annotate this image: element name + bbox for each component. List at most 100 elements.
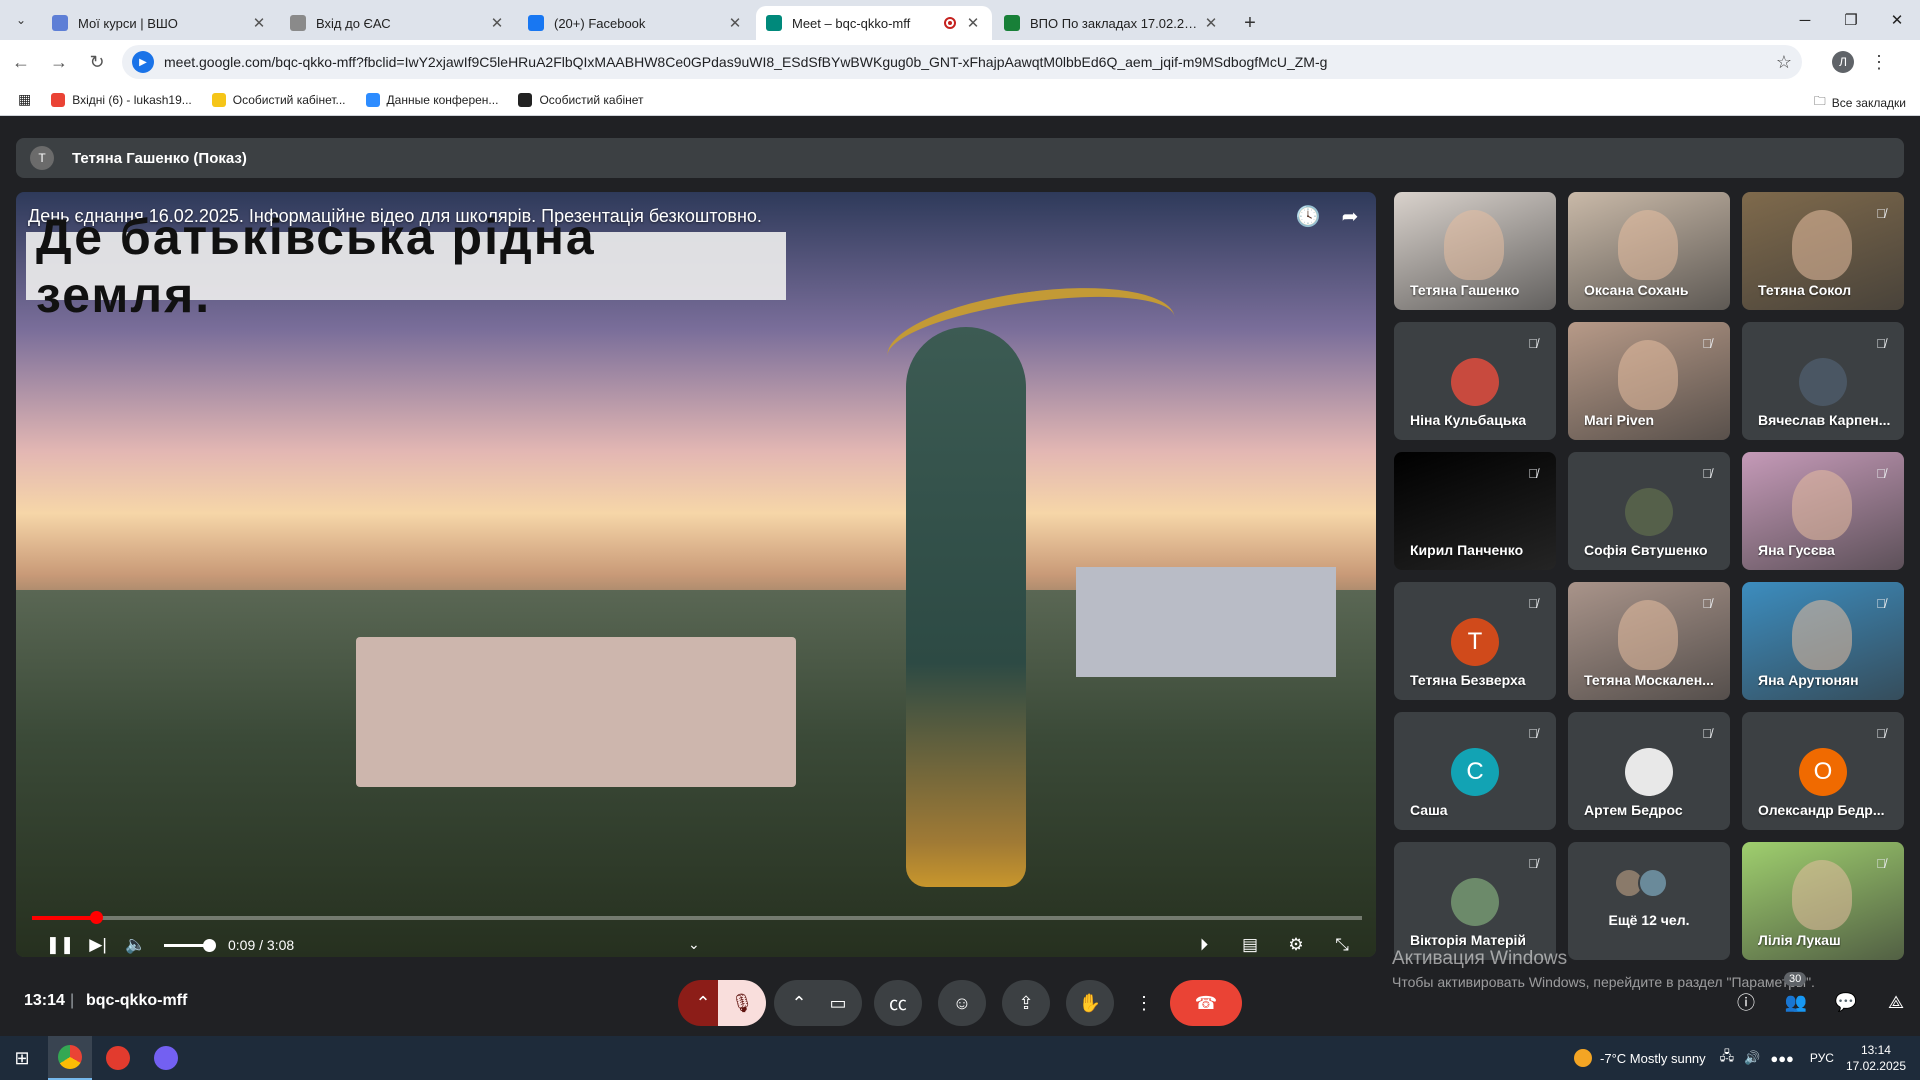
mic-off-icon[interactable]: 🎙 [718,980,766,1026]
captions-icon[interactable]: ㏄ [874,980,922,1026]
apps-grid-icon[interactable]: ▦ [18,91,31,108]
participant-tile[interactable]: Тетяна Сокол 🎙̸ [1742,192,1904,310]
meeting-info-icon[interactable]: ⓘ [1732,988,1760,1016]
participant-tile[interactable]: Т Тетяна Безверха 🎙̸ [1394,582,1556,700]
next-icon[interactable]: ▶| [82,932,114,957]
forward-button[interactable]: → [42,45,76,79]
bookmark-item[interactable]: Особистий кабінет [518,92,644,107]
participant-tile[interactable]: Яна Гусєва 🎙̸ [1742,452,1904,570]
speaker-icon[interactable]: 🔊 [1744,1050,1760,1066]
bookmark-label: Данные конферен... [386,92,499,107]
address-bar[interactable]: ▶ meet.google.com/bqc-qkko-mff?fbclid=Iw… [122,45,1802,79]
muted-mic-icon: 🎙̸ [1702,335,1712,351]
all-bookmarks[interactable]: 🗀 Все закладки [1814,92,1906,113]
present-screen-icon[interactable]: ⇪ [1002,980,1050,1026]
volume-slider[interactable] [164,938,216,952]
tab-title: ВПО По закладах 17.02.2025.xlsx [1030,15,1202,31]
participant-tile[interactable]: Оксана Сохань [1568,192,1730,310]
participant-tile[interactable]: С Саша 🎙̸ [1394,712,1556,830]
mini-avatar [1638,868,1668,898]
network-icon[interactable]: 🖧 [1720,1047,1735,1069]
close-tab-icon[interactable]: ✕ [1202,14,1220,32]
pause-icon[interactable]: ❚❚ [44,932,76,957]
tab-favicon-icon [528,15,544,31]
bookmark-star-icon[interactable]: ☆ [1776,52,1792,73]
minimize-icon[interactable]: ─ [1782,0,1828,40]
watch-later-icon[interactable]: 🕓 [1296,204,1321,228]
close-tab-icon[interactable]: ✕ [964,14,982,32]
video-progress-handle[interactable] [89,911,103,924]
browser-tab[interactable]: Мої курси | ВШО ✕ [42,6,278,40]
yandex-taskbar-icon[interactable] [96,1036,140,1080]
participant-name: Кирил Панченко [1410,542,1524,558]
close-window-icon[interactable]: ✕ [1874,0,1920,40]
weather-widget[interactable]: -7°C Mostly sunny [1574,1049,1706,1067]
chrome-taskbar-icon[interactable] [48,1036,92,1080]
participant-tile[interactable]: Mari Piven 🎙̸ [1568,322,1730,440]
browser-tab[interactable]: Вхід до ЄАС ✕ [280,6,516,40]
shared-screen[interactable]: День єднання 16.02.2025. Інформаційне ві… [16,192,1376,957]
windows-taskbar: ⊞ -7°C Mostly sunny 🖧 🔊 ●●● РУС 13:14 17… [0,1036,1920,1080]
close-tab-icon[interactable]: ✕ [488,14,506,32]
language-indicator[interactable]: РУС [1810,1051,1834,1065]
more-options-icon[interactable]: ⋮ [1128,980,1160,1026]
participant-tile[interactable]: Вікторія Матерій 🎙̸ [1394,842,1556,960]
participant-tile[interactable]: Ещё 12 чел. [1568,842,1730,960]
tab-title: Meet – bqc-qkko-mff [792,15,911,31]
browser-tab[interactable]: ВПО По закладах 17.02.2025.xlsx✕ [994,6,1230,40]
activities-icon[interactable]: ⟁ [1882,988,1910,1016]
windows-start-icon[interactable]: ⊞ [0,1036,44,1080]
taskbar-time: 13:14 [1860,1043,1891,1057]
clock-separator: | [70,992,75,1009]
browser-tab[interactable]: Meet – bqc-qkko-mff ✕ [756,6,992,40]
bookmark-favicon-icon [518,92,533,107]
tab-search-icon[interactable]: ⌄ [0,0,42,40]
people-icon[interactable]: 👥 [1782,988,1810,1016]
camera-icon[interactable]: ▭ [814,980,862,1026]
profile-avatar[interactable]: Л [1832,51,1854,73]
reload-button[interactable]: ↻ [80,45,114,79]
meet-site-icon[interactable]: ▶ [132,51,154,73]
raise-hand-icon[interactable]: ✋ [1066,980,1114,1026]
participant-tile[interactable]: Лілія Лукаш 🎙̸ [1742,842,1904,960]
tab-favicon-icon [766,15,782,31]
settings-icon[interactable]: ⚙ [1280,932,1312,957]
viber-taskbar-icon[interactable] [144,1036,188,1080]
tray-app-icons[interactable]: ●●● [1770,1051,1794,1066]
restore-icon[interactable]: ❐ [1828,0,1874,40]
fullscreen-exit-icon[interactable]: ⤡ [1326,932,1358,957]
participant-video [1792,210,1852,280]
participant-tile[interactable]: Артем Бедрос 🎙̸ [1568,712,1730,830]
video-progress-bar[interactable] [32,911,1362,924]
participant-name: Оксана Сохань [1584,282,1689,298]
participant-avatar [1451,358,1499,406]
new-tab-button[interactable]: + [1232,6,1268,40]
participant-tile[interactable]: Кирил Панченко 🎙̸ [1394,452,1556,570]
emoji-icon[interactable]: ☺ [938,980,986,1026]
participant-tile[interactable]: Вячеслав Карпен... 🎙̸ [1742,322,1904,440]
browser-menu-icon[interactable]: ⋮ [1870,52,1888,73]
autoplay-toggle-icon[interactable]: ⏵ [1188,932,1220,957]
browser-tab[interactable]: (20+) Facebook ✕ [518,6,754,40]
bookmark-item[interactable]: Данные конферен... [365,92,499,107]
participant-initial-avatar: Т [1451,618,1499,666]
bookmark-item[interactable]: Вхідні (6) - lukash19... [51,92,192,107]
participant-tile[interactable]: Яна Арутюнян 🎙̸ [1742,582,1904,700]
share-icon[interactable]: ➦ [1338,204,1362,228]
close-tab-icon[interactable]: ✕ [726,14,744,32]
volume-icon[interactable]: 🔈 [120,932,152,957]
participant-tile[interactable]: О Олександр Бедр... 🎙̸ [1742,712,1904,830]
subtitles-icon[interactable]: ▤ [1234,932,1266,957]
participant-tile[interactable]: Софія Євтушенко 🎙̸ [1568,452,1730,570]
chevron-down-icon[interactable]: ⌄ [688,936,700,953]
back-button[interactable]: ← [4,45,38,79]
participant-tile[interactable]: Ніна Кульбацька 🎙̸ [1394,322,1556,440]
tab-favicon-icon [52,15,68,31]
close-tab-icon[interactable]: ✕ [250,14,268,32]
leave-call-icon[interactable]: ☎ [1170,980,1242,1026]
taskbar-clock[interactable]: 13:14 17.02.2025 [1846,1042,1906,1074]
participant-tile[interactable]: Тетяна Гашенко [1394,192,1556,310]
bookmark-item[interactable]: Особистий кабінет... [211,92,346,107]
participant-tile[interactable]: Тетяна Москален... 🎙̸ [1568,582,1730,700]
chat-icon[interactable]: 💬 [1832,988,1860,1016]
